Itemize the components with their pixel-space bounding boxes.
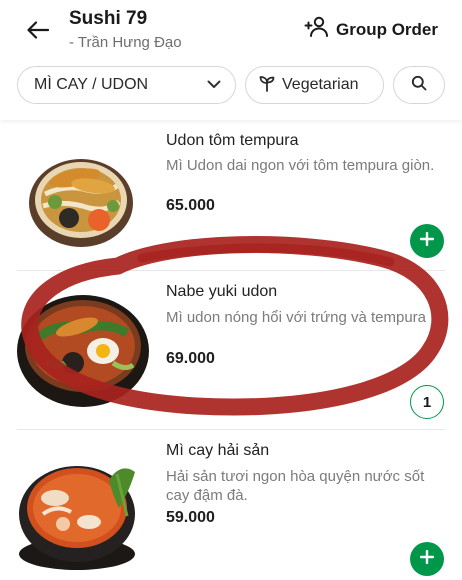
search-icon — [411, 75, 427, 96]
item-description: Mì udon nóng hổi với trứng và tempura — [166, 309, 427, 326]
plus-icon — [419, 231, 435, 251]
vegetarian-filter[interactable]: Vegetarian — [245, 66, 384, 104]
udon-tempura-image — [17, 142, 149, 254]
plus-icon — [419, 549, 435, 569]
category-label: MÌ CAY / UDON — [34, 76, 149, 93]
item-price: 65.000 — [166, 197, 215, 214]
cart-quantity-badge[interactable]: 1 — [410, 385, 444, 419]
group-add-icon — [304, 16, 330, 43]
item-name: Udon tôm tempura — [166, 132, 299, 149]
app-header: Sushi 79 - Trần Hưng Đạo Group Order MÌ … — [0, 0, 462, 120]
filter-bar: MÌ CAY / UDON Vegetarian — [17, 66, 445, 104]
item-description: Hải sản tươi ngon hòa quyện nước sốt cay… — [166, 468, 425, 504]
category-dropdown[interactable]: MÌ CAY / UDON — [17, 66, 236, 104]
group-order-label: Group Order — [335, 19, 438, 39]
menu-item[interactable]: Nabe yuki udon Mì udon nóng hổi với trứn… — [0, 271, 462, 430]
search-button[interactable] — [393, 66, 445, 104]
chevron-down-icon — [207, 76, 221, 94]
group-order-button[interactable]: Group Order — [304, 16, 438, 43]
item-name: Mì cay hải sản — [166, 442, 270, 459]
item-price: 59.000 — [166, 509, 215, 526]
item-price: 69.000 — [166, 350, 215, 367]
nabe-yuki-udon-image — [17, 291, 149, 409]
menu-item[interactable]: Udon tôm tempura Mì Udon dai ngon với tô… — [0, 120, 462, 270]
sprout-icon — [258, 74, 276, 97]
add-to-cart-button[interactable] — [410, 224, 444, 258]
store-branch: - Trần Hưng Đạo — [69, 34, 182, 51]
item-name: Nabe yuki udon — [166, 283, 278, 300]
store-name: Sushi 79 — [69, 8, 148, 29]
menu-item[interactable]: Mì cay hải sản Hải sản tươi ngon hòa quy… — [0, 430, 462, 580]
back-arrow-icon[interactable] — [22, 16, 54, 44]
item-description: Mì Udon dai ngon với tôm tempura giòn. — [166, 157, 435, 174]
add-to-cart-button[interactable] — [410, 542, 444, 576]
vegetarian-label: Vegetarian — [282, 76, 359, 93]
spicy-seafood-noodles-image — [17, 452, 149, 572]
